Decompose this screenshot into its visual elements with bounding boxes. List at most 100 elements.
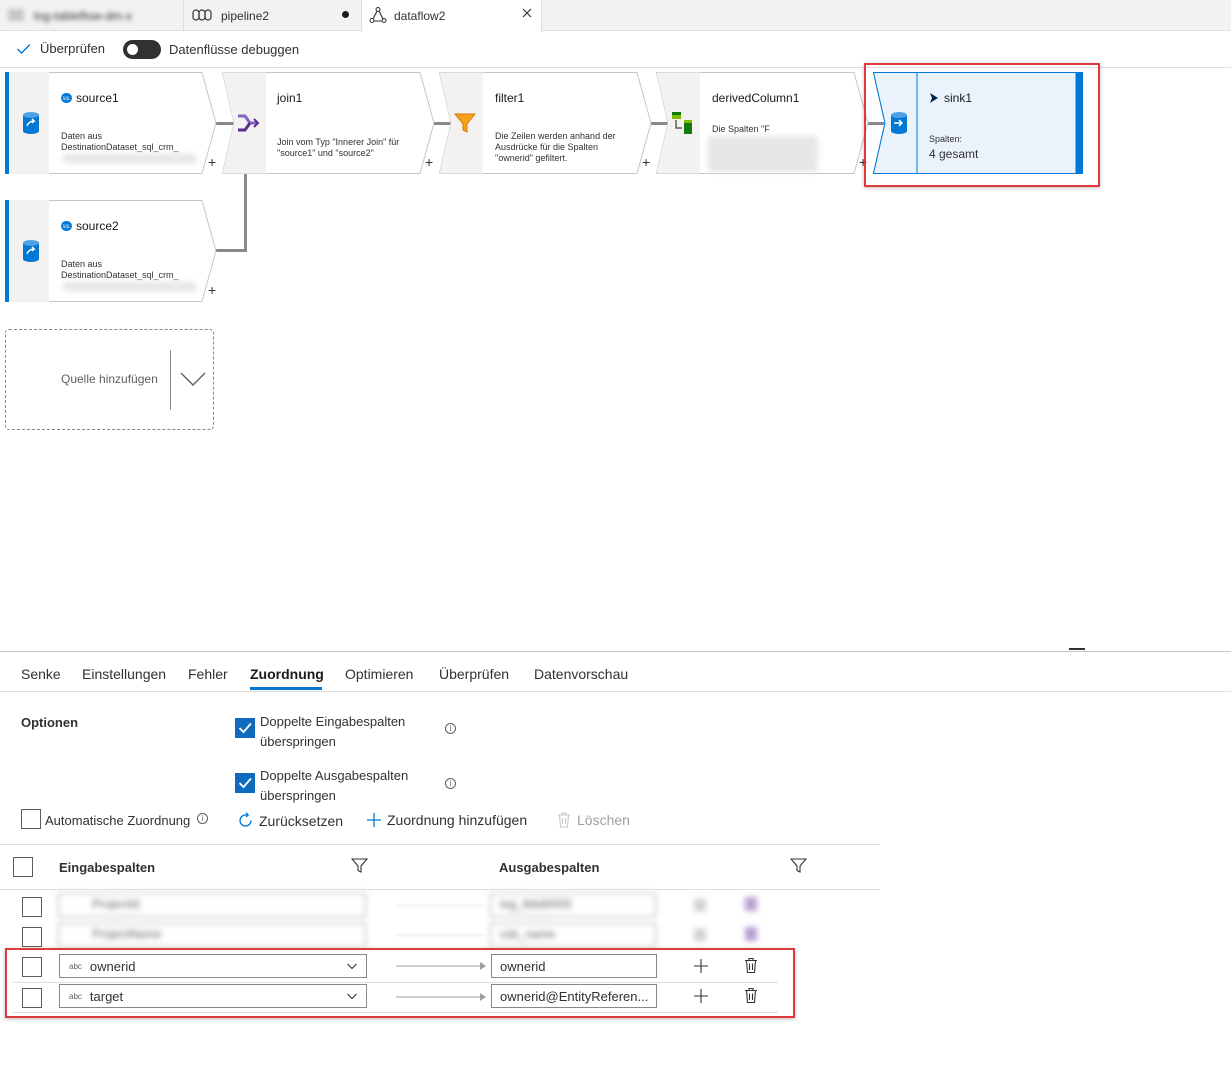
table-row: ProjectName cds_name (0, 921, 780, 951)
plus-icon (367, 813, 381, 827)
tab-optimieren[interactable]: Optimieren (345, 666, 413, 682)
header-bottom-border (0, 889, 880, 890)
tab-pipeline2[interactable]: pipeline2 (184, 0, 362, 31)
add-mapping-button[interactable]: Zuordnung hinzufügen (366, 812, 527, 828)
tab-einstellungen[interactable]: Einstellungen (82, 666, 166, 682)
tab-zuordnung[interactable]: Zuordnung (250, 666, 324, 682)
svg-text:SQL: SQL (63, 96, 72, 101)
node-derived-column1[interactable]: derivedColumn1 Die Spalten "F + (655, 72, 870, 174)
source-icon (9, 201, 53, 301)
node-filter1[interactable]: filter1 Die Zeilen werden anhand der Aus… (438, 72, 653, 174)
add-transform-button[interactable]: + (425, 154, 433, 170)
table-row: ProjectId log_tblid0000 (0, 891, 780, 921)
filter-icon[interactable] (350, 858, 369, 876)
editor-tab-bar: log-tableflow-dm-x pipeline2 dataflow2 (0, 0, 1231, 32)
checkmark-icon (238, 777, 252, 789)
node-title: derivedColumn1 (712, 91, 800, 105)
validate-button[interactable]: Überprüfen (16, 41, 105, 56)
node-description: Die Spalten "F (712, 124, 770, 134)
tab-fehler[interactable]: Fehler (188, 666, 228, 682)
output-column-value: log_tblid0000 (500, 897, 572, 911)
redacted-text (708, 136, 818, 172)
node-join1[interactable]: join1 Join vom Typ "Innerer Join" für "s… (221, 72, 436, 174)
skip-duplicate-output-checkbox[interactable] (235, 773, 255, 793)
active-tab-indicator (250, 687, 322, 690)
checkmark-icon (238, 722, 252, 734)
tab-log-tableflow[interactable]: log-tableflow-dm-x (0, 0, 184, 31)
add-source-label: Quelle hinzufügen (61, 372, 158, 386)
derived-column-icon (660, 73, 704, 173)
output-column-input[interactable]: log_tblid0000 (490, 891, 658, 919)
delete-button[interactable]: Löschen (557, 812, 630, 828)
add-transform-button[interactable]: + (642, 154, 650, 170)
node-title: source2 (76, 219, 119, 233)
panel-resize-handle[interactable] (1069, 648, 1085, 650)
add-icon[interactable] (694, 929, 706, 941)
options-heading: Optionen (21, 715, 79, 730)
skip-duplicate-input-label-2: überspringen (260, 734, 336, 749)
skip-duplicate-input-checkbox[interactable] (235, 718, 255, 738)
output-column-value: cds_name (500, 927, 556, 941)
tab-label: log-tableflow-dm-x (34, 9, 133, 23)
chevron-down-icon[interactable] (180, 371, 206, 390)
filter-icon[interactable] (789, 858, 808, 876)
highlight-box (5, 948, 795, 1018)
trash-icon[interactable] (745, 927, 757, 941)
node-description: Join vom Typ "Innerer Join" für "source1… (277, 137, 400, 158)
trash-icon[interactable] (745, 897, 757, 911)
add-mapping-label: Zuordnung hinzufügen (387, 812, 528, 828)
mapping-arrow (396, 905, 484, 906)
highlight-box (864, 63, 1100, 187)
sql-icon: SQL (61, 220, 72, 235)
output-column-input[interactable]: cds_name (490, 921, 658, 949)
close-icon[interactable] (522, 6, 532, 21)
auto-mapping-label: Automatische Zuordnung (45, 813, 191, 828)
tab-datenvorschau[interactable]: Datenvorschau (534, 666, 628, 682)
row-checkbox[interactable] (22, 897, 42, 917)
add-transform-button[interactable]: + (208, 282, 216, 298)
reset-label: Zurücksetzen (259, 812, 344, 829)
info-icon[interactable]: i (445, 723, 456, 734)
node-source2[interactable]: SQL source2 Daten aus DestinationDataset… (5, 200, 217, 302)
svg-text:SQL: SQL (63, 224, 72, 229)
row-checkbox[interactable] (22, 927, 42, 947)
filter-icon (443, 73, 487, 173)
tab-senke[interactable]: Senke (21, 666, 61, 682)
tab-ueberpruefen[interactable]: Überprüfen (439, 666, 509, 682)
node-source1[interactable]: SQL source1 Daten aus DestinationDataset… (5, 72, 217, 174)
skip-duplicate-output-label-1: Doppelte Ausgabespalten (260, 768, 409, 783)
refresh-icon (239, 812, 252, 827)
output-columns-header: Ausgabespalten (499, 860, 600, 875)
input-columns-header: Eingabespalten (59, 860, 156, 875)
node-description: Daten aus DestinationDataset_sql_crm_ (61, 131, 179, 152)
connector-line (214, 249, 247, 252)
info-icon[interactable]: i (445, 778, 456, 789)
select-all-checkbox[interactable] (13, 857, 33, 877)
trash-icon (558, 812, 570, 828)
delete-label: Löschen (577, 812, 630, 828)
input-column-select[interactable]: ProjectName (58, 921, 368, 949)
join-icon (226, 73, 270, 173)
node-description: Daten aus DestinationDataset_sql_crm_ (61, 259, 179, 280)
mapping-arrow (396, 935, 484, 936)
auto-mapping-checkbox[interactable] (21, 809, 41, 829)
skip-duplicate-output-label-2: überspringen (260, 788, 336, 803)
sql-icon: SQL (61, 92, 72, 107)
tab-dataflow2[interactable]: dataflow2 (362, 0, 542, 32)
reset-button[interactable]: Zurücksetzen (237, 812, 343, 829)
info-icon[interactable]: i (197, 813, 208, 824)
pipeline-icon (192, 7, 212, 26)
validate-label: Überprüfen (40, 41, 106, 56)
input-column-select[interactable]: ProjectId (58, 891, 368, 919)
checkmark-icon (17, 43, 31, 54)
toggle-knob (127, 44, 138, 55)
table-top-border (0, 844, 880, 845)
debug-toggle[interactable] (123, 40, 161, 59)
add-icon[interactable] (694, 899, 706, 911)
divider (170, 350, 171, 410)
unsaved-dot-icon (342, 11, 349, 18)
add-transform-button[interactable]: + (208, 154, 216, 170)
redacted-text (63, 154, 197, 163)
node-title: join1 (277, 91, 303, 105)
add-source-box[interactable]: Quelle hinzufügen (5, 329, 214, 430)
